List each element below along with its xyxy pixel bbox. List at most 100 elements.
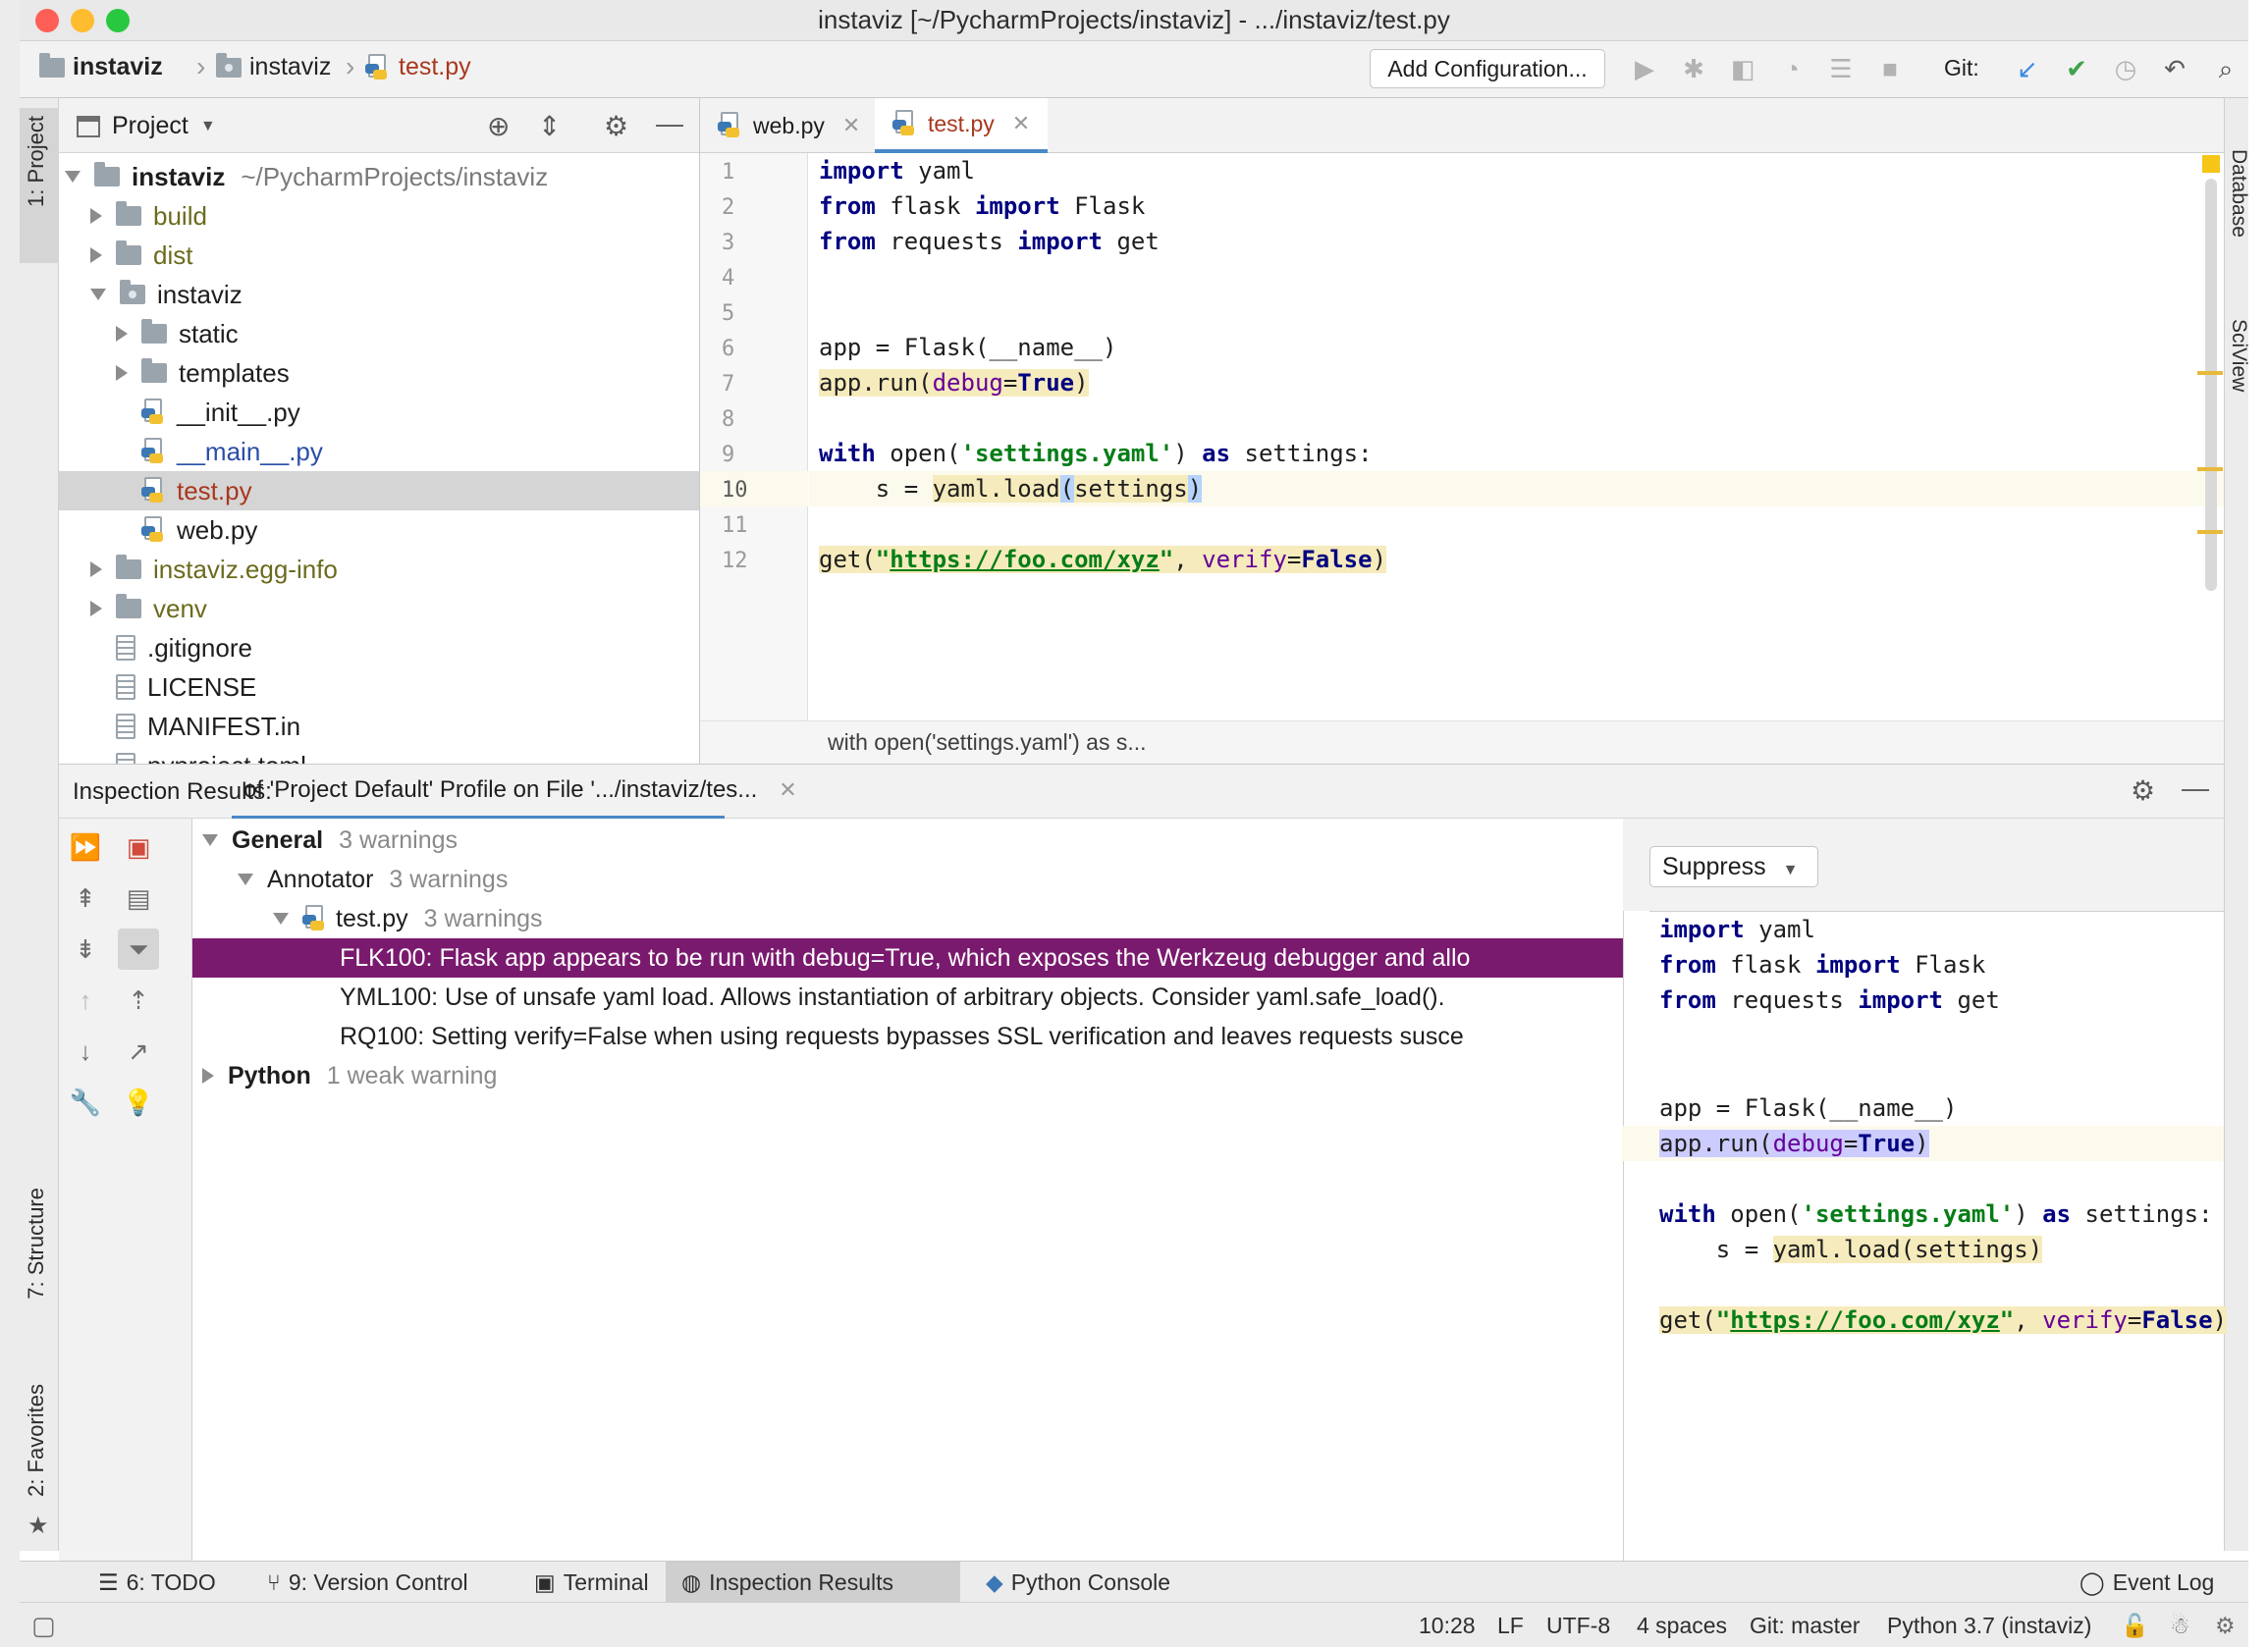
lightbulb-icon[interactable]: 💡 [122, 1086, 155, 1119]
hide-panel-icon[interactable]: — [2182, 772, 2209, 804]
version-control-tool-button[interactable]: ⑂ 9: Version Control [251, 1562, 484, 1603]
indent-setting[interactable]: 4 spaces [1637, 1603, 1727, 1647]
line-number[interactable]: 3 [722, 226, 781, 261]
line-number[interactable]: 5 [722, 296, 781, 332]
profile-icon[interactable]: ◔ [1777, 54, 1807, 83]
tab-test-py[interactable]: test.py ✕ [875, 98, 1049, 153]
python-interpreter[interactable]: Python 3.7 (instaviz) [1887, 1603, 2091, 1647]
project-view-selector[interactable]: Project ▼ [77, 112, 216, 140]
warning-marker[interactable] [2197, 371, 2223, 375]
next-problem-icon[interactable]: ↓ [69, 1035, 102, 1068]
favorites-tool-tab[interactable]: 2: Favorites [24, 1384, 49, 1497]
line-number[interactable]: 6 [722, 332, 781, 367]
tree-item-templates[interactable]: templates [59, 353, 699, 393]
tree-node-annotator[interactable]: Annotator 3 warnings [192, 860, 1623, 899]
inspector-hat-icon[interactable]: ☃ [2170, 1603, 2190, 1647]
concurrency-icon[interactable]: ☰ [1826, 54, 1856, 83]
rerun-inspection-icon[interactable]: ⏩ [69, 830, 102, 864]
toggle-tool-windows-icon[interactable]: ▢ [31, 1603, 56, 1647]
structure-tool-tab[interactable]: 7: Structure [24, 1188, 49, 1300]
expand-all-icon[interactable]: ⇞ [69, 881, 102, 915]
close-icon[interactable]: ✕ [842, 113, 860, 138]
tab-web-py[interactable]: web.py ✕ [700, 98, 878, 153]
inspection-status-icon[interactable] [2202, 155, 2220, 173]
editor-breadcrumb[interactable]: with open('settings.yaml') as s... [700, 720, 2224, 764]
sciview-tool-tab[interactable]: SciView [2227, 319, 2248, 392]
close-inspection-icon[interactable]: ▣ [122, 830, 155, 864]
line-number[interactable]: 2 [722, 190, 781, 226]
tree-item-instaviz[interactable]: instaviz [59, 275, 699, 314]
wrench-icon[interactable]: 🔧 [69, 1086, 102, 1119]
collapse-all-icon[interactable]: ⇕ [538, 110, 561, 142]
gear-icon[interactable]: ⚙ [2131, 774, 2155, 807]
tree-item-pyproject-toml[interactable]: pyproject.toml [59, 746, 699, 764]
todo-tool-button[interactable]: ☰ 6: TODO [82, 1562, 232, 1603]
breadcrumb-project[interactable]: instaviz [39, 52, 163, 81]
line-number[interactable]: 9 [722, 438, 781, 473]
problem-row[interactable]: FLK100: Flask app appears to be run with… [192, 938, 1623, 978]
caret-position[interactable]: 10:28 [1419, 1603, 1476, 1647]
git-update-icon[interactable]: ↙ [2013, 54, 2042, 83]
terminal-tool-button[interactable]: ▣ Terminal [518, 1562, 665, 1603]
tree-item-init-py[interactable]: __init__.py [59, 393, 699, 432]
locate-file-icon[interactable]: ⊕ [487, 110, 510, 142]
debug-icon[interactable]: ✱ [1679, 54, 1708, 83]
git-history-icon[interactable]: ◷ [2111, 54, 2140, 83]
python-console-tool-button[interactable]: ◆ Python Console [970, 1562, 1186, 1603]
tree-item-venv[interactable]: venv [59, 589, 699, 628]
export-icon[interactable]: ⇡ [122, 983, 155, 1017]
tree-node-general[interactable]: General 3 warnings [192, 821, 1623, 860]
suppress-dropdown[interactable]: Suppress ▼ [1649, 846, 1818, 887]
breadcrumb-package[interactable]: instaviz [216, 52, 331, 81]
tree-item-static[interactable]: static [59, 314, 699, 353]
line-number[interactable]: 12 [722, 544, 781, 579]
lock-icon[interactable]: 🔓 [2121, 1603, 2149, 1647]
breadcrumb-file[interactable]: test.py [365, 53, 471, 81]
tree-item-instaviz-egg-info[interactable]: instaviz.egg-info [59, 550, 699, 589]
tree-item-test-py[interactable]: test.py [59, 471, 699, 510]
tree-item-license[interactable]: LICENSE [59, 667, 699, 707]
open-source-icon[interactable]: ↗ [122, 1035, 155, 1068]
hide-panel-icon[interactable]: — [656, 108, 683, 139]
git-commit-icon[interactable]: ✔ [2062, 54, 2091, 83]
group-by-directory-icon[interactable]: ▤ [122, 881, 155, 915]
stop-icon[interactable]: ■ [1875, 54, 1905, 83]
close-icon[interactable]: ✕ [779, 777, 796, 803]
line-separator[interactable]: LF [1497, 1603, 1524, 1647]
tree-item-web-py[interactable]: web.py [59, 510, 699, 550]
editor-scrollbar[interactable] [2205, 179, 2217, 591]
tree-item-manifest-in[interactable]: MANIFEST.in [59, 707, 699, 746]
gear-icon[interactable]: ⚙ [604, 110, 628, 142]
tree-item-main-py[interactable]: __main__.py [59, 432, 699, 471]
notifications-icon[interactable]: ⚙ [2215, 1603, 2236, 1647]
rollback-icon[interactable]: ↶ [2160, 54, 2189, 83]
line-number[interactable]: 11 [722, 508, 781, 544]
collapse-all-icon[interactable]: ⇟ [69, 932, 102, 966]
tree-root[interactable]: instaviz ~/PycharmProjects/instaviz [59, 157, 699, 196]
detail-code-preview[interactable]: import yaml from flask import Flask from… [1622, 911, 2228, 1561]
line-number[interactable]: 7 [722, 367, 781, 402]
problem-row[interactable]: RQ100: Setting verify=False when using r… [192, 1017, 1623, 1056]
database-tool-tab[interactable]: Database [2227, 149, 2248, 238]
line-number[interactable]: 1 [722, 155, 781, 190]
inspection-results-tab[interactable]: of 'Project Default' Profile on File '..… [232, 765, 797, 820]
warning-marker[interactable] [2197, 467, 2223, 471]
code-editor[interactable]: import yaml from flask import Flask from… [809, 153, 2224, 720]
tree-node-file[interactable]: test.py 3 warnings [192, 899, 1623, 938]
line-number[interactable]: 10 [722, 473, 781, 508]
inspection-results-tool-button[interactable]: ◍ Inspection Results [666, 1562, 960, 1603]
run-with-coverage-icon[interactable]: ◧ [1728, 54, 1757, 83]
tree-item-dist[interactable]: dist [59, 236, 699, 275]
close-icon[interactable]: ✕ [1012, 111, 1030, 136]
add-configuration-button[interactable]: Add Configuration... [1370, 49, 1605, 88]
warning-marker[interactable] [2197, 530, 2223, 534]
line-number[interactable]: 8 [722, 402, 781, 438]
event-log-tool-button[interactable]: ◯ Event Log [2064, 1562, 2230, 1603]
tree-node-python[interactable]: Python 1 weak warning [192, 1056, 1623, 1095]
previous-problem-icon[interactable]: ↑ [69, 983, 102, 1017]
line-number[interactable]: 4 [722, 261, 781, 296]
tree-item-gitignore[interactable]: .gitignore [59, 628, 699, 667]
file-encoding[interactable]: UTF-8 [1546, 1603, 1610, 1647]
tree-item-build[interactable]: build [59, 196, 699, 236]
search-icon[interactable]: ⌕ [2211, 54, 2241, 83]
